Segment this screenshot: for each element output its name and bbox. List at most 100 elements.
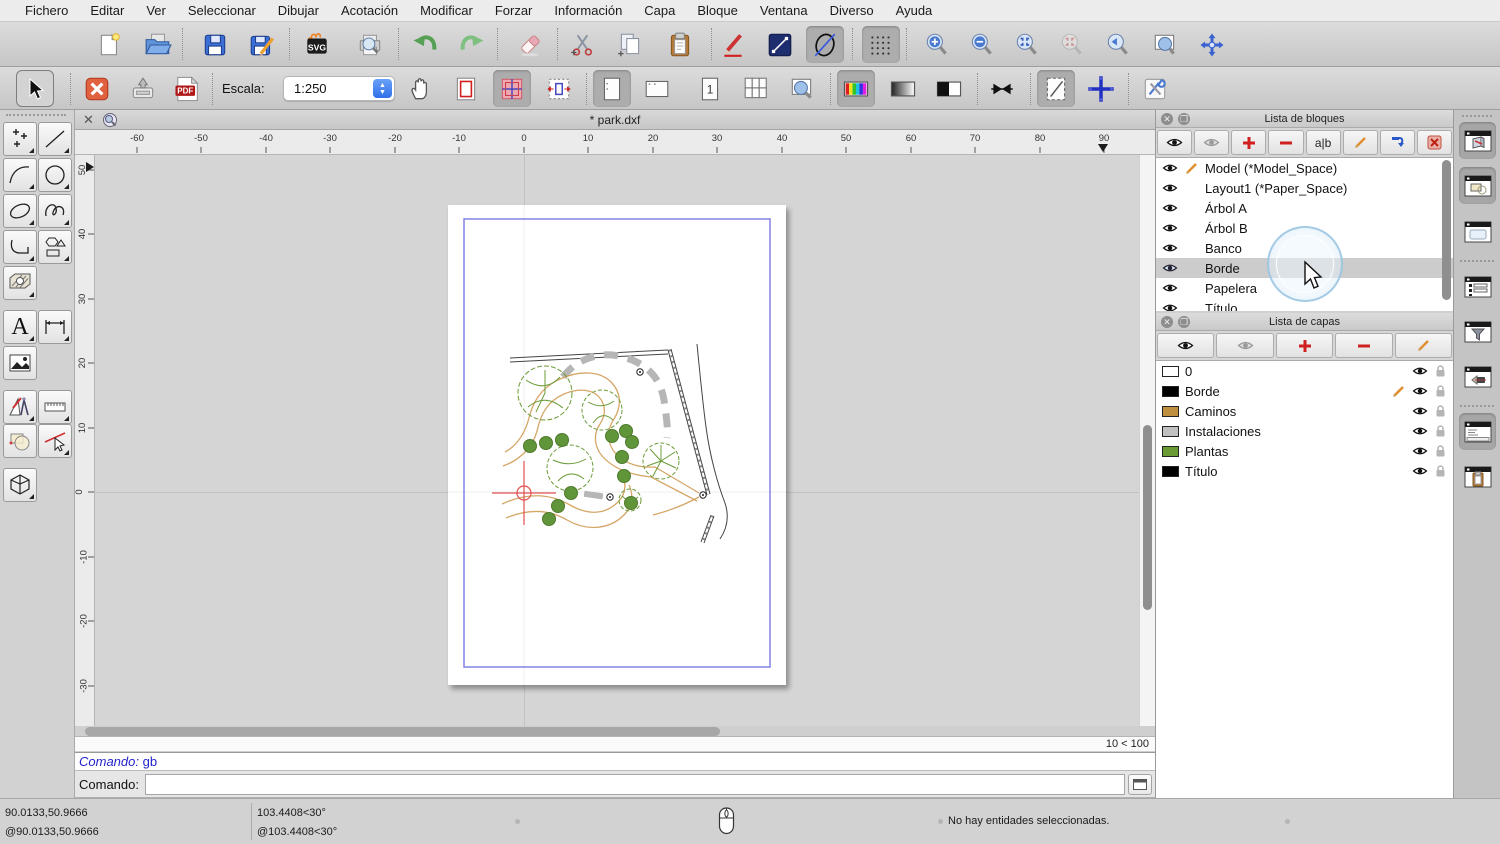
visibility-eye-icon[interactable] [1412,405,1428,417]
copy-button[interactable] [611,26,649,63]
move-paper-button[interactable] [402,70,440,107]
print-export-button[interactable] [124,70,162,107]
portrait-page-button[interactable] [593,70,631,107]
remove-layer-button[interactable] [1335,333,1393,358]
panel-float-icon[interactable]: ❐ [1178,112,1190,125]
zoom-window-button[interactable] [1146,26,1184,63]
palette-drag-handle[interactable] [6,114,66,118]
settings-button[interactable] [1136,70,1174,107]
pdf-export-button[interactable]: PDF [168,70,206,107]
toggle-block-list-panel[interactable] [1459,122,1496,159]
lock-icon[interactable] [1434,444,1447,458]
selection-pointer-button[interactable] [16,70,54,107]
lock-icon[interactable] [1434,464,1447,478]
visibility-eye-icon[interactable] [1162,202,1178,214]
add-layer-button[interactable] [1275,333,1334,358]
purge-block-button[interactable] [1416,130,1452,155]
open-file-button[interactable] [139,26,177,63]
lock-icon[interactable] [1434,384,1447,398]
multi-page-button[interactable] [737,70,775,107]
spline-tool-button[interactable] [38,194,72,228]
menu-ayuda[interactable]: Ayuda [885,0,944,22]
tab-title[interactable]: * park.dxf [75,113,1155,127]
zoom-page-button[interactable] [783,70,821,107]
visibility-eye-icon[interactable] [1162,262,1178,274]
text-tool-button[interactable]: A [3,310,37,344]
visibility-eye-icon[interactable] [1412,365,1428,377]
add-block-button[interactable] [1231,130,1267,155]
shape-tool-button[interactable] [38,230,72,264]
visibility-eye-icon[interactable] [1162,282,1178,294]
toggle-library-browser[interactable] [1459,213,1496,250]
polyline-tool-button[interactable] [3,230,37,264]
pan-button[interactable] [1193,26,1231,63]
solid-tool-button[interactable] [3,468,37,502]
full-color-button[interactable] [837,70,875,107]
block-row[interactable]: Árbol B [1156,218,1453,238]
layer-row[interactable]: 0 [1156,361,1453,381]
eraser-button[interactable] [511,26,549,63]
canvas-horizontal-scrollbar[interactable] [75,726,1155,737]
black-white-button[interactable] [930,70,968,107]
lock-icon[interactable] [1434,404,1447,418]
zero-point-button[interactable] [1082,70,1120,107]
command-input[interactable] [144,773,1125,795]
paste-button[interactable] [661,26,699,63]
toggle-selection-filter[interactable] [1459,313,1496,350]
misc-draw-tool-button[interactable] [3,390,37,424]
hide-all-blocks-button[interactable] [1194,130,1230,155]
toggle-layer-list-panel[interactable] [1459,167,1496,204]
layer-row[interactable]: Borde [1156,381,1453,401]
visibility-eye-icon[interactable] [1412,385,1428,397]
hatch-tool-button[interactable] [3,266,37,300]
auto-zoom-button[interactable] [1008,26,1046,63]
new-file-button[interactable] [91,26,129,63]
zoom-in-button[interactable] [918,26,956,63]
menu-diverso[interactable]: Diverso [819,0,885,22]
show-all-layers-button[interactable] [1157,333,1215,358]
print-preview-button[interactable] [351,26,389,63]
drawing-border-button[interactable] [1037,70,1075,107]
visibility-eye-icon[interactable] [1162,242,1178,254]
edit-block-button[interactable] [1342,130,1378,155]
command-popout-button[interactable] [1128,773,1152,795]
visibility-eye-icon[interactable] [1162,162,1178,174]
panel-close-icon[interactable]: ✕ [1161,112,1173,125]
visibility-eye-icon[interactable] [1412,425,1428,437]
auto-fit-page-button[interactable] [540,70,578,107]
single-page-button[interactable]: 1 [691,70,729,107]
hide-all-layers-button[interactable] [1216,333,1274,358]
visibility-eye-icon[interactable] [1412,465,1428,477]
panel-float-icon[interactable]: ❐ [1178,315,1190,328]
block-row[interactable]: Papelera [1156,278,1453,298]
visibility-eye-icon[interactable] [1162,182,1178,194]
block-row[interactable]: Layout1 (*Paper_Space) [1156,178,1453,198]
block-row[interactable]: Model (*Model_Space) [1156,158,1453,178]
grayscale-button[interactable] [884,70,922,107]
layer-row[interactable]: Instalaciones [1156,421,1453,441]
previous-view-button[interactable] [1099,26,1137,63]
paper-borders-button[interactable] [447,70,485,107]
canvas-vertical-scrollbar[interactable] [1139,155,1155,726]
ellipse-slash-button[interactable] [806,26,844,63]
zoom-selection-button[interactable] [1053,26,1091,63]
menu-ventana[interactable]: Ventana [749,0,819,22]
circle-tool-button[interactable] [38,158,72,192]
image-tool-button[interactable] [3,346,37,380]
menu-acotacion[interactable]: Acotación [330,0,409,22]
visibility-eye-icon[interactable] [1162,222,1178,234]
visibility-eye-icon[interactable] [1162,302,1178,311]
menu-editar[interactable]: Editar [79,0,135,22]
cut-button[interactable] [564,26,602,63]
redo-button[interactable] [453,26,491,63]
menu-seleccionar[interactable]: Seleccionar [177,0,267,22]
block-row-selected[interactable]: Borde [1156,258,1453,278]
rename-block-button[interactable]: a|b [1305,130,1341,155]
edit-layer-button[interactable] [1394,333,1453,358]
lock-icon[interactable] [1434,364,1447,378]
dimension-tool-button[interactable] [38,310,72,344]
block-row[interactable]: Título [1156,298,1453,311]
draw-pencil-button[interactable] [714,26,752,63]
grid-toggle-button[interactable] [862,26,900,63]
layer-row[interactable]: Plantas [1156,441,1453,461]
